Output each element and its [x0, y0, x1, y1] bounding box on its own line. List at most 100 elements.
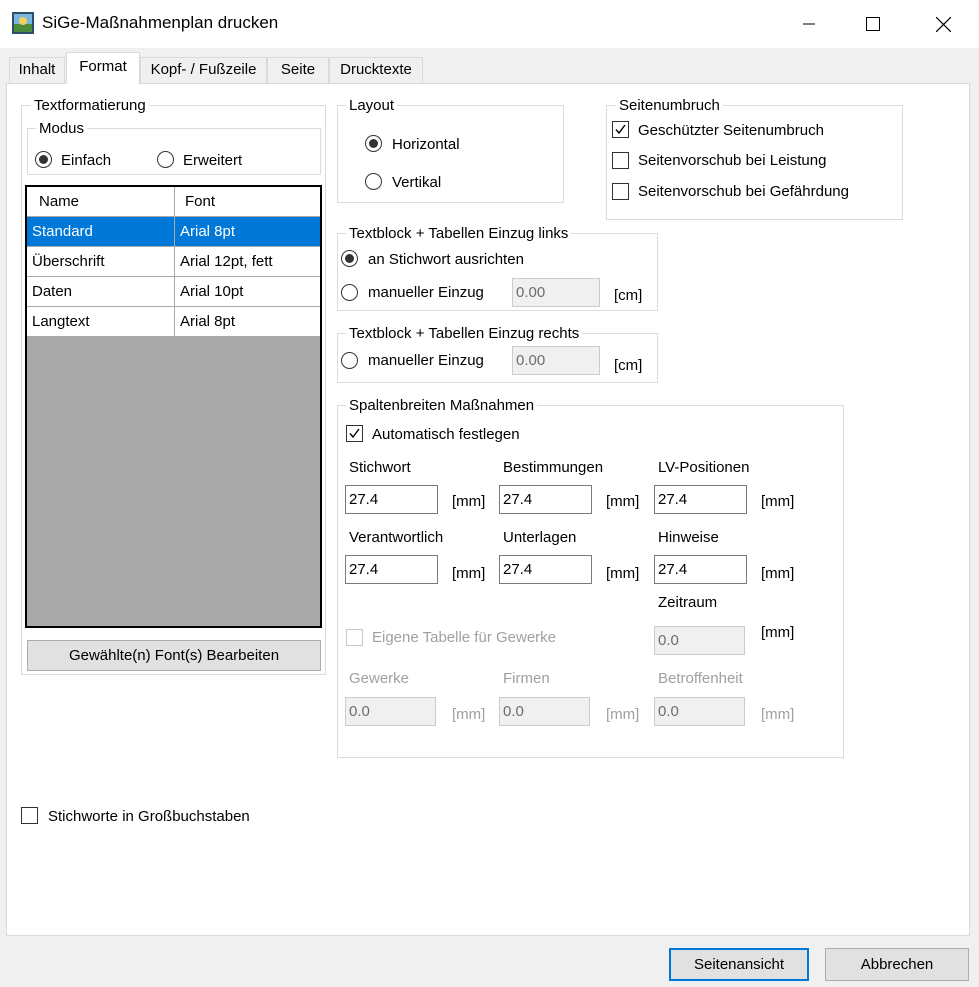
spaltenbreiten-title: Spaltenbreiten Maßnahmen: [346, 397, 538, 414]
unit-gewerke: [mm]: [452, 706, 486, 723]
layout-title: Layout: [346, 97, 398, 114]
tab-kopf-fusszeile[interactable]: Kopf- / Fußzeile: [140, 57, 267, 83]
radio-horizontal-label: Horizontal: [392, 136, 460, 153]
input-hinweise[interactable]: 27.4: [654, 555, 747, 584]
cell-name: Überschrift: [27, 247, 175, 276]
label-verantwortlich: Verantwortlich: [349, 529, 444, 546]
checkbox-geschuetzter-seitenumbruch-label: Geschützter Seitenumbruch: [638, 122, 824, 139]
checkbox-seitenvorschub-gefaehrdung[interactable]: [612, 183, 629, 200]
unit-bestimmungen: [mm]: [606, 493, 640, 510]
unit-zeitraum: [mm]: [761, 624, 795, 641]
radio-an-stichwort-ausrichten[interactable]: [341, 250, 358, 267]
unit-lv-positionen: [mm]: [761, 493, 795, 510]
title-bar: SiGe-Maßnahmenplan drucken: [0, 0, 979, 48]
radio-erweitert[interactable]: [157, 151, 174, 168]
tab-drucktexte[interactable]: Drucktexte: [329, 57, 423, 83]
label-hinweise: Hinweise: [658, 529, 719, 546]
label-gewerke: Gewerke: [349, 670, 410, 687]
cell-font: Arial 12pt, fett: [180, 253, 273, 270]
radio-horizontal[interactable]: [365, 135, 382, 152]
label-unterlagen: Unterlagen: [503, 529, 577, 546]
checkbox-seitenvorschub-gefaehrdung-label: Seitenvorschub bei Gefährdung: [638, 183, 849, 200]
seitenansicht-button[interactable]: Seitenansicht: [669, 948, 809, 981]
radio-manueller-einzug-rechts-label: manueller Einzug: [368, 352, 484, 369]
input-betroffenheit[interactable]: 0.0: [654, 697, 745, 726]
tab-seite[interactable]: Seite: [267, 57, 329, 83]
input-firmen[interactable]: 0.0: [499, 697, 590, 726]
close-button[interactable]: [908, 0, 978, 48]
abbrechen-button[interactable]: Abbrechen: [825, 948, 969, 981]
unit-betroffenheit: [mm]: [761, 706, 795, 723]
window-title: SiGe-Maßnahmenplan drucken: [42, 13, 279, 32]
close-icon: [935, 16, 951, 32]
input-zeitraum[interactable]: 0.0: [654, 626, 745, 655]
unit-firmen: [mm]: [606, 706, 640, 723]
radio-manueller-einzug-links-label: manueller Einzug: [368, 284, 484, 301]
einzug-rechts-title: Textblock + Tabellen Einzug rechts: [346, 325, 583, 342]
cell-font: Arial 8pt: [180, 223, 236, 240]
table-row[interactable]: Langtext Arial 8pt: [27, 307, 320, 337]
checkbox-geschuetzter-seitenumbruch[interactable]: [612, 121, 629, 138]
checkbox-automatisch-festlegen[interactable]: [346, 425, 363, 442]
cell-font: Arial 10pt: [180, 283, 244, 300]
checkbox-seitenvorschub-leistung[interactable]: [612, 152, 629, 169]
checkbox-automatisch-festlegen-label: Automatisch festlegen: [372, 426, 520, 443]
table-row[interactable]: Standard Arial 8pt: [27, 217, 320, 247]
font-table[interactable]: Name Font Standard Arial 8pt Überschrift…: [25, 185, 322, 628]
cell-name: Daten: [27, 277, 175, 306]
maximize-button[interactable]: [838, 0, 908, 48]
column-header-font[interactable]: Font: [175, 187, 320, 216]
einzug-links-title: Textblock + Tabellen Einzug links: [346, 225, 572, 242]
checkbox-eigene-tabelle-gewerke-label: Eigene Tabelle für Gewerke: [372, 629, 556, 646]
radio-manueller-einzug-rechts[interactable]: [341, 352, 358, 369]
einzug-links-unit: [cm]: [614, 287, 643, 304]
unit-verantwortlich: [mm]: [452, 565, 486, 582]
input-verantwortlich[interactable]: 27.4: [345, 555, 438, 584]
input-gewerke[interactable]: 0.0: [345, 697, 436, 726]
cell-font: Arial 8pt: [180, 313, 236, 330]
tab-format[interactable]: Format: [66, 52, 140, 84]
einzug-rechts-input[interactable]: 0.00: [512, 346, 600, 375]
einzug-rechts-unit: [cm]: [614, 357, 643, 374]
textformatierung-title: Textformatierung: [31, 97, 149, 114]
label-betroffenheit: Betroffenheit: [658, 670, 743, 687]
checkbox-stichworte-grossbuchstaben[interactable]: [21, 807, 38, 824]
table-row[interactable]: Daten Arial 10pt: [27, 277, 320, 307]
sige-app-icon: [12, 12, 34, 34]
label-bestimmungen: Bestimmungen: [503, 459, 604, 476]
tab-label: Drucktexte: [340, 61, 412, 78]
input-lv-positionen[interactable]: 27.4: [654, 485, 747, 514]
radio-vertikal[interactable]: [365, 173, 382, 190]
unit-unterlagen: [mm]: [606, 565, 640, 582]
input-stichwort[interactable]: 27.4: [345, 485, 438, 514]
checkbox-seitenvorschub-leistung-label: Seitenvorschub bei Leistung: [638, 152, 827, 169]
radio-manueller-einzug-links[interactable]: [341, 284, 358, 301]
radio-einfach[interactable]: [35, 151, 52, 168]
label-zeitraum: Zeitraum: [658, 594, 718, 611]
cell-name: Standard: [27, 217, 175, 246]
radio-einfach-label: Einfach: [61, 152, 112, 169]
einzug-links-input[interactable]: 0.00: [512, 278, 600, 307]
edit-fonts-button[interactable]: Gewählte(n) Font(s) Bearbeiten: [27, 640, 321, 671]
column-header-name[interactable]: Name: [27, 187, 175, 216]
seitenumbruch-title: Seitenumbruch: [616, 97, 723, 114]
tab-inhalt[interactable]: Inhalt: [9, 57, 65, 83]
unit-stichwort: [mm]: [452, 493, 486, 510]
input-unterlagen[interactable]: 27.4: [499, 555, 592, 584]
cell-name: Langtext: [27, 307, 175, 336]
checkbox-stichworte-grossbuchstaben-label: Stichworte in Großbuchstaben: [48, 808, 250, 825]
minimize-icon: [803, 23, 815, 25]
checkmark-icon: [615, 124, 626, 135]
checkbox-eigene-tabelle-gewerke[interactable]: [346, 629, 363, 646]
table-row[interactable]: Überschrift Arial 12pt, fett: [27, 247, 320, 277]
minimize-button[interactable]: [774, 0, 844, 48]
label-firmen: Firmen: [503, 670, 550, 687]
modus-title: Modus: [36, 120, 88, 137]
radio-erweitert-label: Erweitert: [183, 152, 243, 169]
label-stichwort: Stichwort: [349, 459, 411, 476]
table-header-row: Name Font: [27, 187, 320, 217]
radio-an-stichwort-ausrichten-label: an Stichwort ausrichten: [368, 251, 524, 268]
tab-label: Format: [79, 58, 127, 75]
input-bestimmungen[interactable]: 27.4: [499, 485, 592, 514]
tab-label: Seite: [280, 61, 316, 78]
